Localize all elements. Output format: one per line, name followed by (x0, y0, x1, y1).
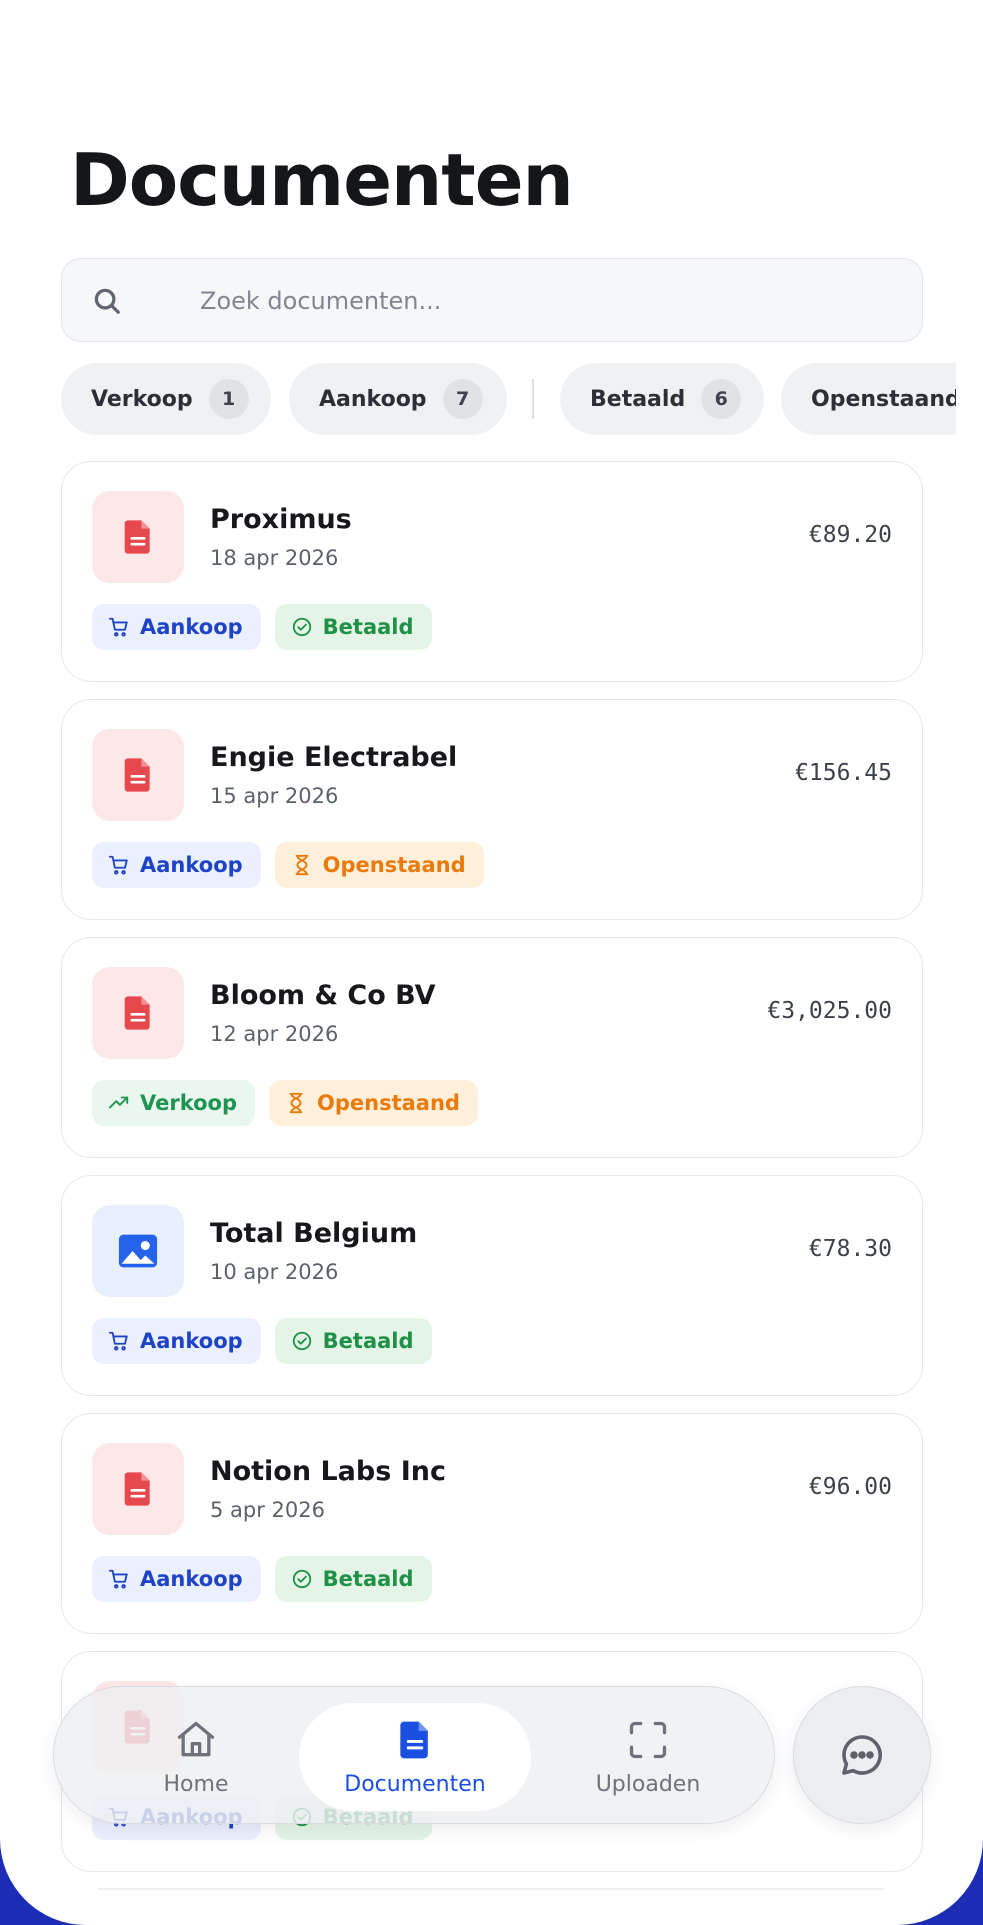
document-date: 10 apr 2026 (210, 1260, 339, 1284)
nav-uploaden[interactable]: Uploaden (532, 1703, 764, 1811)
document-card[interactable]: Notion Labs Inc 5 apr 2026 €96.00 Aankoo… (61, 1413, 923, 1634)
status-badge: Openstaand (269, 1080, 478, 1126)
document-date: 18 apr 2026 (210, 546, 339, 570)
chat-button[interactable] (793, 1686, 931, 1824)
cart-icon (108, 1331, 128, 1351)
filter-chip-label: Aankoop (319, 386, 427, 412)
filter-chip-count: 1 (208, 379, 249, 419)
document-name: Notion Labs Inc (210, 1456, 446, 1487)
badge-label: Aankoop (140, 1567, 243, 1591)
file-thumbnail (92, 1443, 184, 1535)
chat-bubble-icon (842, 1735, 882, 1775)
badge-label: Betaald (322, 1329, 414, 1353)
status-badge: Betaald (274, 604, 432, 650)
hourglass-icon (295, 854, 309, 876)
cart-icon (108, 1569, 128, 1589)
filter-chip-openstaand[interactable]: Openstaand (781, 363, 956, 435)
filter-chip-label: Betaald (590, 386, 686, 412)
trending-up-icon (108, 1096, 129, 1109)
status-badge: Betaald (274, 1556, 432, 1602)
page-title: Documenten (70, 138, 574, 222)
type-badge: Aankoop (92, 1556, 261, 1602)
document-card[interactable]: Proximus 18 apr 2026 €89.20 Aankoop Beta… (61, 461, 923, 682)
app-screen: Documenten Verkoop 1 Aankoop 7 Betaald 6… (0, 0, 983, 1925)
type-badge: Aankoop (92, 604, 261, 650)
nav-label: Uploaden (595, 1771, 701, 1797)
filter-divider (532, 379, 534, 419)
badge-label: Aankoop (140, 615, 243, 639)
search-input[interactable] (200, 281, 880, 321)
status-badge: Openstaand (274, 842, 484, 888)
document-name: Bloom & Co BV (210, 980, 436, 1011)
image-document-icon (118, 1234, 158, 1268)
filter-chips: Verkoop 1 Aankoop 7 Betaald 6 Openstaand (0, 363, 956, 435)
hourglass-icon (289, 1092, 303, 1114)
file-thumbnail (92, 729, 184, 821)
home-icon (177, 1721, 215, 1756)
document-date: 15 apr 2026 (210, 784, 339, 808)
check-circle-icon (292, 1569, 311, 1589)
pdf-document-icon (124, 758, 150, 792)
search-icon (94, 288, 120, 314)
document-card[interactable]: Bloom & Co BV 12 apr 2026 €3,025.00 Verk… (61, 937, 923, 1158)
list-end-divider (98, 1888, 884, 1890)
type-badge: Aankoop (92, 842, 261, 888)
nav-documenten[interactable]: Documenten (299, 1703, 531, 1811)
filter-chip-count: 6 (701, 379, 742, 419)
pdf-document-icon (124, 996, 150, 1030)
nav-home[interactable]: Home (80, 1703, 312, 1811)
document-amount: €89.20 (808, 522, 892, 548)
filter-chip-aankoop[interactable]: Aankoop 7 (289, 363, 507, 435)
pdf-document-icon (124, 520, 150, 554)
document-amount: €78.30 (808, 1236, 892, 1262)
bottom-nav: Home Documenten Uploaden (53, 1686, 775, 1824)
scan-icon (629, 1721, 667, 1758)
filter-chip-label: Verkoop (91, 386, 193, 412)
document-amount: €156.45 (795, 760, 892, 786)
filter-chip-betaald[interactable]: Betaald 6 (560, 363, 764, 435)
cart-icon (108, 617, 128, 637)
search-bar[interactable] (61, 258, 923, 342)
document-card[interactable]: Total Belgium 10 apr 2026 €78.30 Aankoop… (61, 1175, 923, 1396)
filter-chip-count: 7 (442, 379, 483, 419)
document-date: 5 apr 2026 (210, 1498, 325, 1522)
pdf-document-icon (124, 1472, 150, 1506)
nav-label: Documenten (344, 1771, 486, 1797)
file-thumbnail (92, 491, 184, 583)
badge-label: Betaald (322, 615, 414, 639)
file-thumbnail (92, 967, 184, 1059)
file-thumbnail (92, 1205, 184, 1297)
document-name: Engie Electrabel (210, 742, 458, 773)
type-badge: Aankoop (92, 1318, 261, 1364)
badge-label: Aankoop (140, 853, 243, 877)
document-date: 12 apr 2026 (210, 1022, 339, 1046)
badge-label: Openstaand (317, 1091, 460, 1115)
badge-label: Betaald (322, 1567, 414, 1591)
document-name: Proximus (210, 504, 352, 535)
nav-label: Home (163, 1771, 229, 1797)
badge-label: Openstaand (322, 853, 466, 877)
check-circle-icon (292, 617, 311, 637)
badge-label: Aankoop (140, 1329, 243, 1353)
type-badge: Verkoop (92, 1080, 255, 1126)
filter-chip-label: Openstaand (811, 386, 956, 412)
document-icon (400, 1721, 428, 1758)
document-name: Total Belgium (210, 1218, 418, 1249)
cart-icon (108, 855, 128, 875)
document-card[interactable]: Engie Electrabel 15 apr 2026 €156.45 Aan… (61, 699, 923, 920)
badge-label: Verkoop (140, 1091, 237, 1115)
document-amount: €3,025.00 (767, 998, 892, 1024)
filter-chip-verkoop[interactable]: Verkoop 1 (61, 363, 271, 435)
check-circle-icon (292, 1331, 311, 1351)
status-badge: Betaald (274, 1318, 432, 1364)
document-amount: €96.00 (808, 1474, 892, 1500)
